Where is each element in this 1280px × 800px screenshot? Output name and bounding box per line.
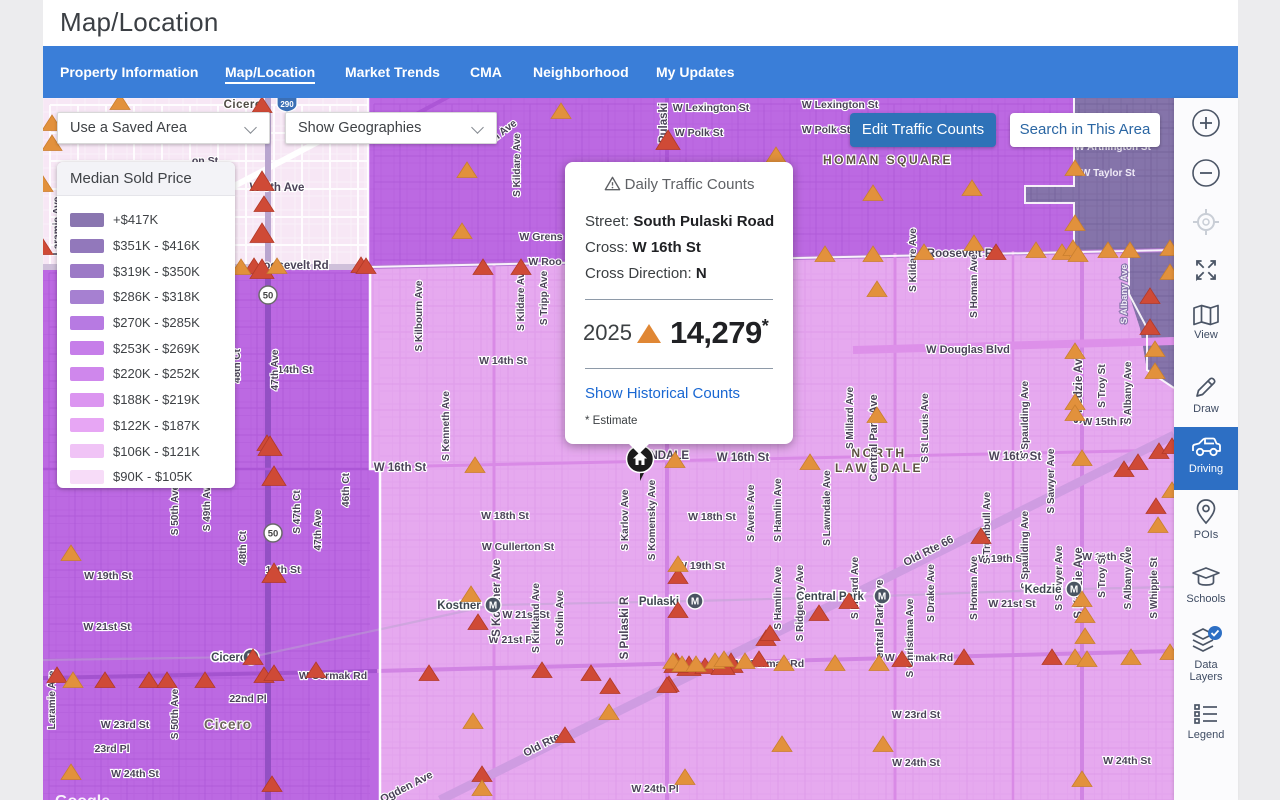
- svg-text:W 21st St: W 21st St: [502, 609, 550, 621]
- svg-text:M: M: [489, 601, 497, 612]
- svg-text:S 50th Ave: S 50th Ave: [170, 484, 181, 535]
- svg-text:Kedzie: Kedzie: [1024, 584, 1061, 596]
- svg-text:W 24th Pl: W 24th Pl: [631, 783, 678, 795]
- svg-text:47th Ave: 47th Ave: [313, 509, 324, 550]
- svg-text:S Drake Ave: S Drake Ave: [926, 564, 937, 622]
- svg-text:290: 290: [280, 100, 294, 109]
- svg-text:W 24th St: W 24th St: [892, 757, 940, 769]
- svg-text:Google: Google: [55, 793, 110, 800]
- svg-text:S Millard Ave: S Millard Ave: [850, 557, 861, 619]
- svg-text:S Hamlin Ave: S Hamlin Ave: [773, 478, 784, 542]
- svg-text:50: 50: [263, 291, 274, 302]
- svg-text:S Homan Ave: S Homan Ave: [969, 556, 980, 620]
- svg-text:W 19th St: W 19th St: [84, 570, 132, 582]
- svg-text:W Grens: W Grens: [519, 231, 562, 243]
- svg-text:Cicero: Cicero: [211, 652, 247, 664]
- svg-text:W 18th St: W 18th St: [688, 511, 736, 523]
- svg-text:S St Louis Ave: S St Louis Ave: [920, 393, 931, 463]
- svg-text:W Lexington St: W Lexington St: [802, 99, 879, 111]
- svg-text:W 23rd St: W 23rd St: [101, 719, 150, 731]
- svg-text:47th Ave: 47th Ave: [270, 349, 281, 390]
- svg-text:S Kildare Ave: S Kildare Ave: [516, 267, 527, 331]
- svg-text:S Lawndale Ave: S Lawndale Ave: [822, 470, 833, 546]
- svg-text:S 47th Ct: S 47th Ct: [292, 490, 303, 534]
- svg-text:S Kenneth Ave: S Kenneth Ave: [441, 391, 452, 461]
- svg-text:W 16th St: W 16th St: [989, 451, 1042, 463]
- svg-text:S Kolin Ave: S Kolin Ave: [555, 590, 566, 645]
- svg-text:S Avers Ave: S Avers Ave: [746, 484, 757, 541]
- svg-text:S Tripp Ave: S Tripp Ave: [539, 270, 550, 325]
- svg-text:S Hamlin Ave: S Hamlin Ave: [773, 566, 784, 630]
- svg-text:S Sawyer Ave: S Sawyer Ave: [1046, 448, 1057, 513]
- svg-text:S Kildare Ave: S Kildare Ave: [512, 133, 523, 197]
- svg-text:Pulaski: Pulaski: [639, 596, 679, 608]
- svg-text:W 21st St: W 21st St: [988, 598, 1036, 610]
- svg-text:S Troy St: S Troy St: [1097, 364, 1108, 408]
- svg-text:W 24th St: W 24th St: [111, 768, 159, 780]
- svg-text:S Kirkland Ave: S Kirkland Ave: [531, 583, 542, 653]
- svg-text:W 14th St: W 14th St: [479, 355, 527, 367]
- svg-text:22nd Pl: 22nd Pl: [229, 693, 266, 705]
- svg-text:W 21st St: W 21st St: [83, 621, 131, 633]
- svg-text:S Whipple St: S Whipple St: [1149, 557, 1160, 619]
- svg-text:S 50th Ave: S 50th Ave: [170, 688, 181, 739]
- svg-text:W Taylor St: W Taylor St: [1081, 168, 1136, 179]
- svg-text:S Troy St: S Troy St: [1097, 554, 1108, 598]
- svg-text:W 18th St: W 18th St: [481, 510, 529, 522]
- svg-text:W Cullerton St: W Cullerton St: [482, 541, 555, 553]
- svg-text:Central Park Ave: Central Park Ave: [868, 394, 880, 481]
- svg-text:S Karlov Ave: S Karlov Ave: [620, 489, 631, 550]
- svg-text:W 24th St: W 24th St: [1103, 755, 1151, 767]
- svg-text:W 23rd St: W 23rd St: [892, 709, 941, 721]
- svg-text:M: M: [1070, 585, 1078, 596]
- svg-text:46th Ct: 46th Ct: [341, 472, 352, 507]
- svg-text:S Trumbull Ave: S Trumbull Ave: [982, 492, 993, 564]
- svg-text:W Polk St: W Polk St: [675, 127, 724, 139]
- svg-text:S Sawyer Ave: S Sawyer Ave: [1054, 545, 1065, 610]
- svg-text:M: M: [691, 597, 699, 608]
- svg-text:W Roo: W Roo: [528, 256, 561, 268]
- svg-text:W Polk St: W Polk St: [802, 124, 851, 136]
- svg-text:50: 50: [268, 529, 279, 540]
- svg-text:S Millard Ave: S Millard Ave: [845, 387, 856, 449]
- svg-text:W Douglas Blvd: W Douglas Blvd: [926, 344, 1010, 356]
- svg-text:14th St: 14th St: [277, 364, 313, 376]
- svg-text:W Lexington St: W Lexington St: [673, 102, 750, 114]
- svg-text:S Pulaski R: S Pulaski R: [619, 596, 631, 659]
- svg-text:S Albany Ave: S Albany Ave: [1119, 264, 1130, 324]
- svg-text:S Spaulding Ave: S Spaulding Ave: [1020, 510, 1031, 589]
- svg-text:23rd Pl: 23rd Pl: [94, 743, 129, 755]
- svg-text:W 16th St: W 16th St: [717, 452, 770, 464]
- svg-text:HOMAN SQUARE: HOMAN SQUARE: [823, 153, 953, 167]
- svg-text:M: M: [878, 592, 886, 603]
- svg-text:48th Ct: 48th Ct: [238, 530, 249, 565]
- svg-text:S Spaulding Ave: S Spaulding Ave: [1020, 380, 1031, 459]
- svg-text:S Homan Ave: S Homan Ave: [969, 254, 980, 318]
- svg-text:S Kilbourn Ave: S Kilbourn Ave: [414, 280, 425, 351]
- svg-text:W 16th St: W 16th St: [374, 462, 427, 474]
- svg-text:S Albany Ave: S Albany Ave: [1123, 361, 1134, 424]
- svg-text:S Albany Ave: S Albany Ave: [1123, 546, 1134, 609]
- svg-text:Cicero: Cicero: [204, 717, 252, 732]
